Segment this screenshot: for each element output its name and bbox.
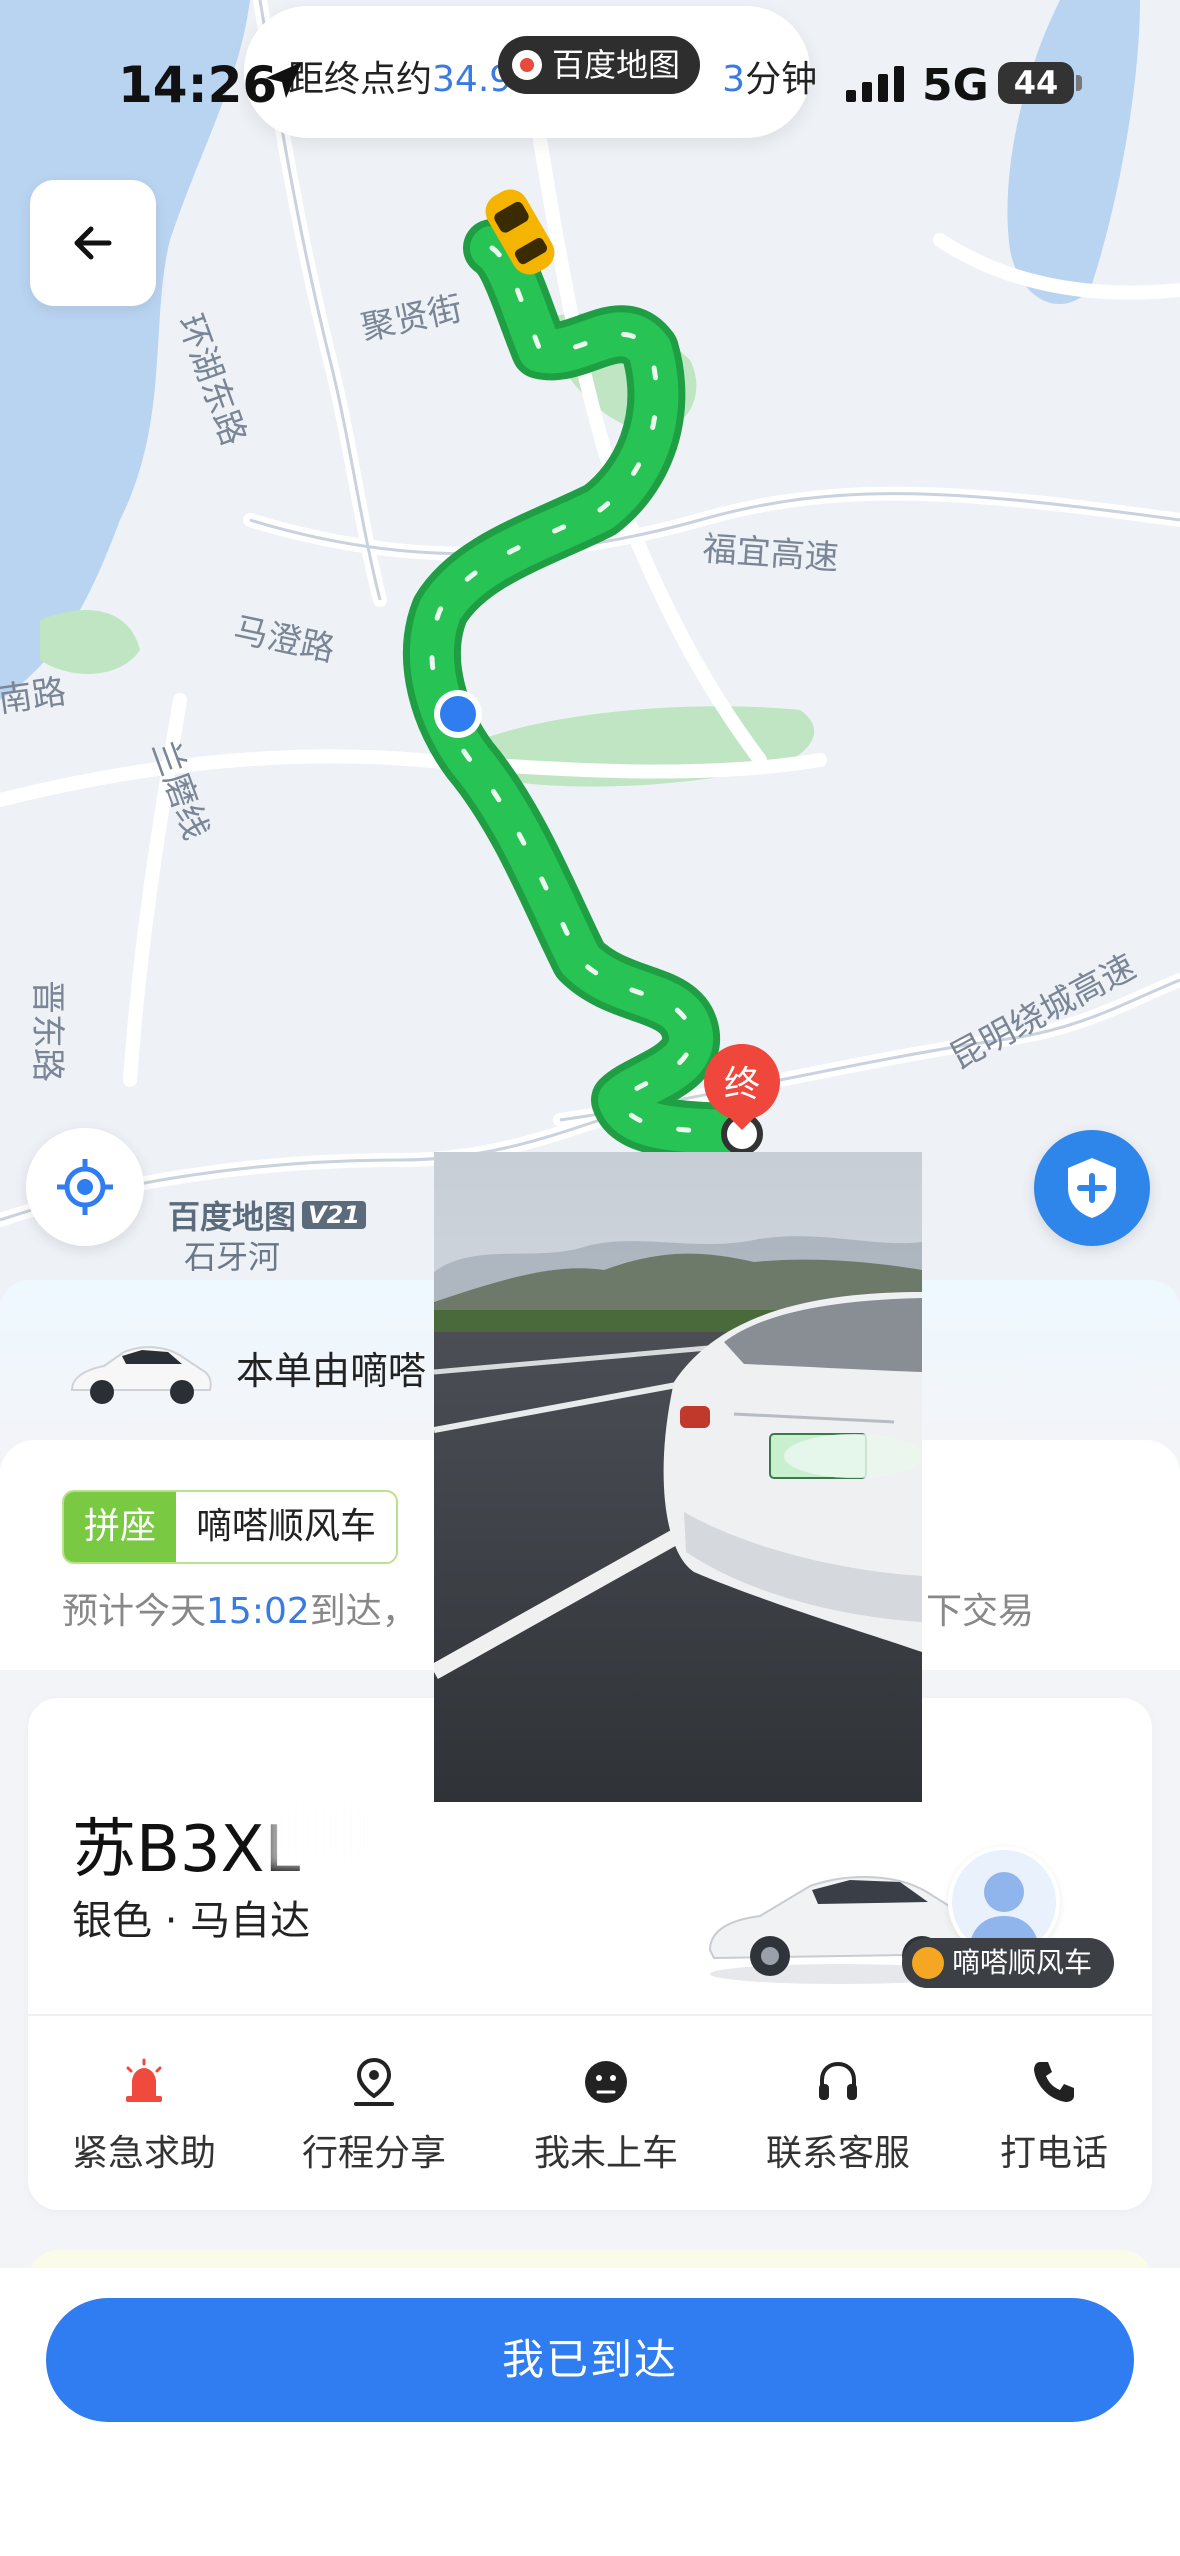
overlay-car-photo [434, 1152, 922, 1802]
back-arrow-icon [74, 226, 112, 260]
baidu-map-logo-icon [512, 50, 542, 80]
emergency-help-button[interactable]: 紧急求助 [44, 2050, 244, 2176]
sad-face-icon [585, 2061, 627, 2103]
call-button[interactable]: 打电话 [954, 2050, 1154, 2176]
service-tag: 嘀嗒顺风车 [176, 1492, 397, 1562]
dida-logo-icon [912, 1947, 944, 1979]
divider [28, 2014, 1152, 2016]
headset-icon [819, 2061, 857, 2100]
phone-icon [1034, 2062, 1074, 2102]
back-button[interactable] [30, 180, 156, 306]
arrival-estimate: 预计今天15:02到达， [62, 1591, 418, 1632]
customer-service-button[interactable]: 联系客服 [738, 2050, 938, 2176]
trip-share-button[interactable]: 行程分享 [274, 2050, 474, 2176]
battery-tip [1076, 75, 1082, 91]
driver-banner-text: 本单由嘀嗒 [236, 1349, 427, 1393]
vehicle-description: 银色 · 马自达 [72, 1898, 311, 1944]
app-brand-badge: 百度地图 [498, 36, 701, 94]
plate-redaction [266, 1796, 376, 1868]
order-tags: 拼座 嘀嗒顺风车 [62, 1490, 399, 1564]
not-boarded-button[interactable]: 我未上车 [506, 2050, 706, 2176]
signal-bars-icon [846, 66, 904, 102]
route-map[interactable]: 聚贤街 环湖东路 福宜高速 马澄路 南路 兰磨线 晋东路 昆明绕城高速 终 [0, 0, 1180, 1300]
trade-hint: 下交易 [926, 1591, 1035, 1632]
status-time: 14:26 [118, 56, 278, 114]
white-car-icon [70, 1346, 212, 1404]
network-type: 5G [922, 60, 989, 111]
shield-plus-icon [1068, 1158, 1116, 1218]
street-label: 晋东路 [27, 980, 67, 1082]
battery-level: 44 [998, 62, 1074, 104]
service-badge: 嘀嗒顺风车 [902, 1938, 1115, 1988]
crosshair-icon [57, 1159, 113, 1215]
safety-shield-button[interactable] [1034, 1130, 1150, 1246]
arrived-button[interactable]: 我已到达 [46, 2298, 1134, 2422]
location-share-icon [354, 2057, 394, 2106]
place-label: 石牙河 [184, 1238, 281, 1276]
location-arrow-icon [266, 62, 302, 98]
carpool-tag: 拼座 [64, 1492, 177, 1562]
eta-banner: 距终点约34.9 3分钟 百度地图 [244, 6, 817, 138]
locate-me-button[interactable] [26, 1128, 144, 1246]
svg-text:终: 终 [724, 1064, 760, 1105]
alarm-light-icon [126, 2058, 162, 2102]
